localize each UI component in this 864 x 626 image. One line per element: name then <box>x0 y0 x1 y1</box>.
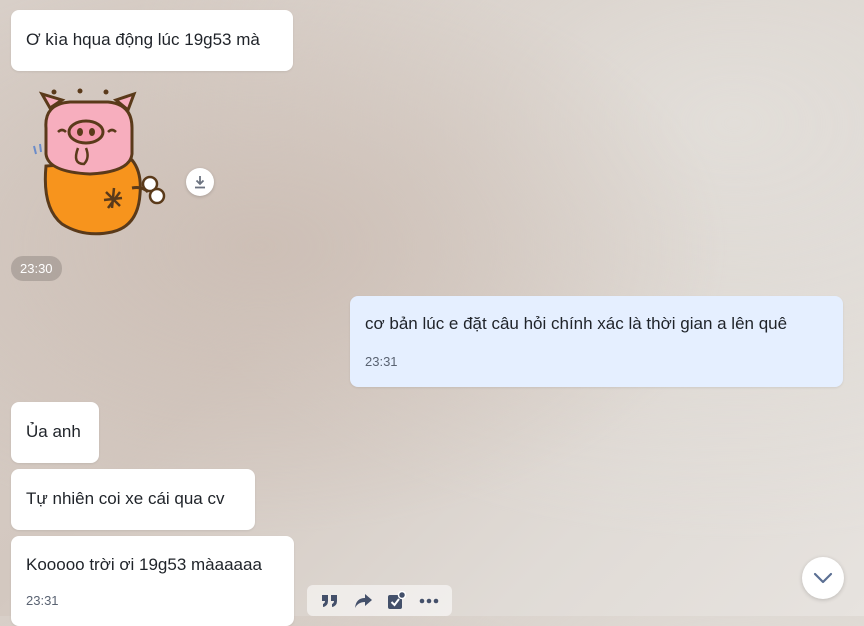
task-icon <box>388 590 407 609</box>
message-text: cơ bản lúc e đặt câu hỏi chính xác là th… <box>365 314 788 333</box>
message-text: Kooooo trời ơi 19g53 màaaaaa <box>26 555 262 574</box>
message-timestamp: 23:31 <box>365 354 398 369</box>
create-task-button[interactable] <box>383 588 409 614</box>
sticker-timestamp: 23:30 <box>11 256 62 281</box>
download-icon <box>195 176 205 189</box>
forward-icon <box>354 593 372 608</box>
chevron-down-icon <box>813 572 833 584</box>
message-bubble-outgoing[interactable]: cơ bản lúc e đặt câu hỏi chính xác là th… <box>350 296 843 387</box>
message-bubble-incoming[interactable]: Ơ kìa hqua động lúc 19g53 mà <box>11 10 293 71</box>
message-text: Ủa anh <box>26 422 81 441</box>
message-timestamp: 23:31 <box>26 593 59 608</box>
message-bubble-incoming[interactable]: Kooooo trời ơi 19g53 màaaaaa 23:31 <box>11 536 294 626</box>
more-icon <box>420 598 439 603</box>
download-button[interactable] <box>186 168 214 196</box>
quote-icon <box>321 594 337 607</box>
more-actions-button[interactable] <box>416 588 442 614</box>
quote-button[interactable] <box>317 588 343 614</box>
forward-button[interactable] <box>350 588 376 614</box>
message-action-toolbar <box>307 585 452 616</box>
scroll-to-bottom-button[interactable] <box>802 557 844 599</box>
message-bubble-incoming[interactable]: Ủa anh <box>11 402 99 463</box>
message-bubble-incoming[interactable]: Tự nhiên coi xe cái qua cv <box>11 469 255 530</box>
pig-sticker-icon[interactable] <box>24 88 170 238</box>
message-text: Ơ kìa hqua động lúc 19g53 mà <box>26 30 260 49</box>
message-text: Tự nhiên coi xe cái qua cv <box>26 489 225 508</box>
